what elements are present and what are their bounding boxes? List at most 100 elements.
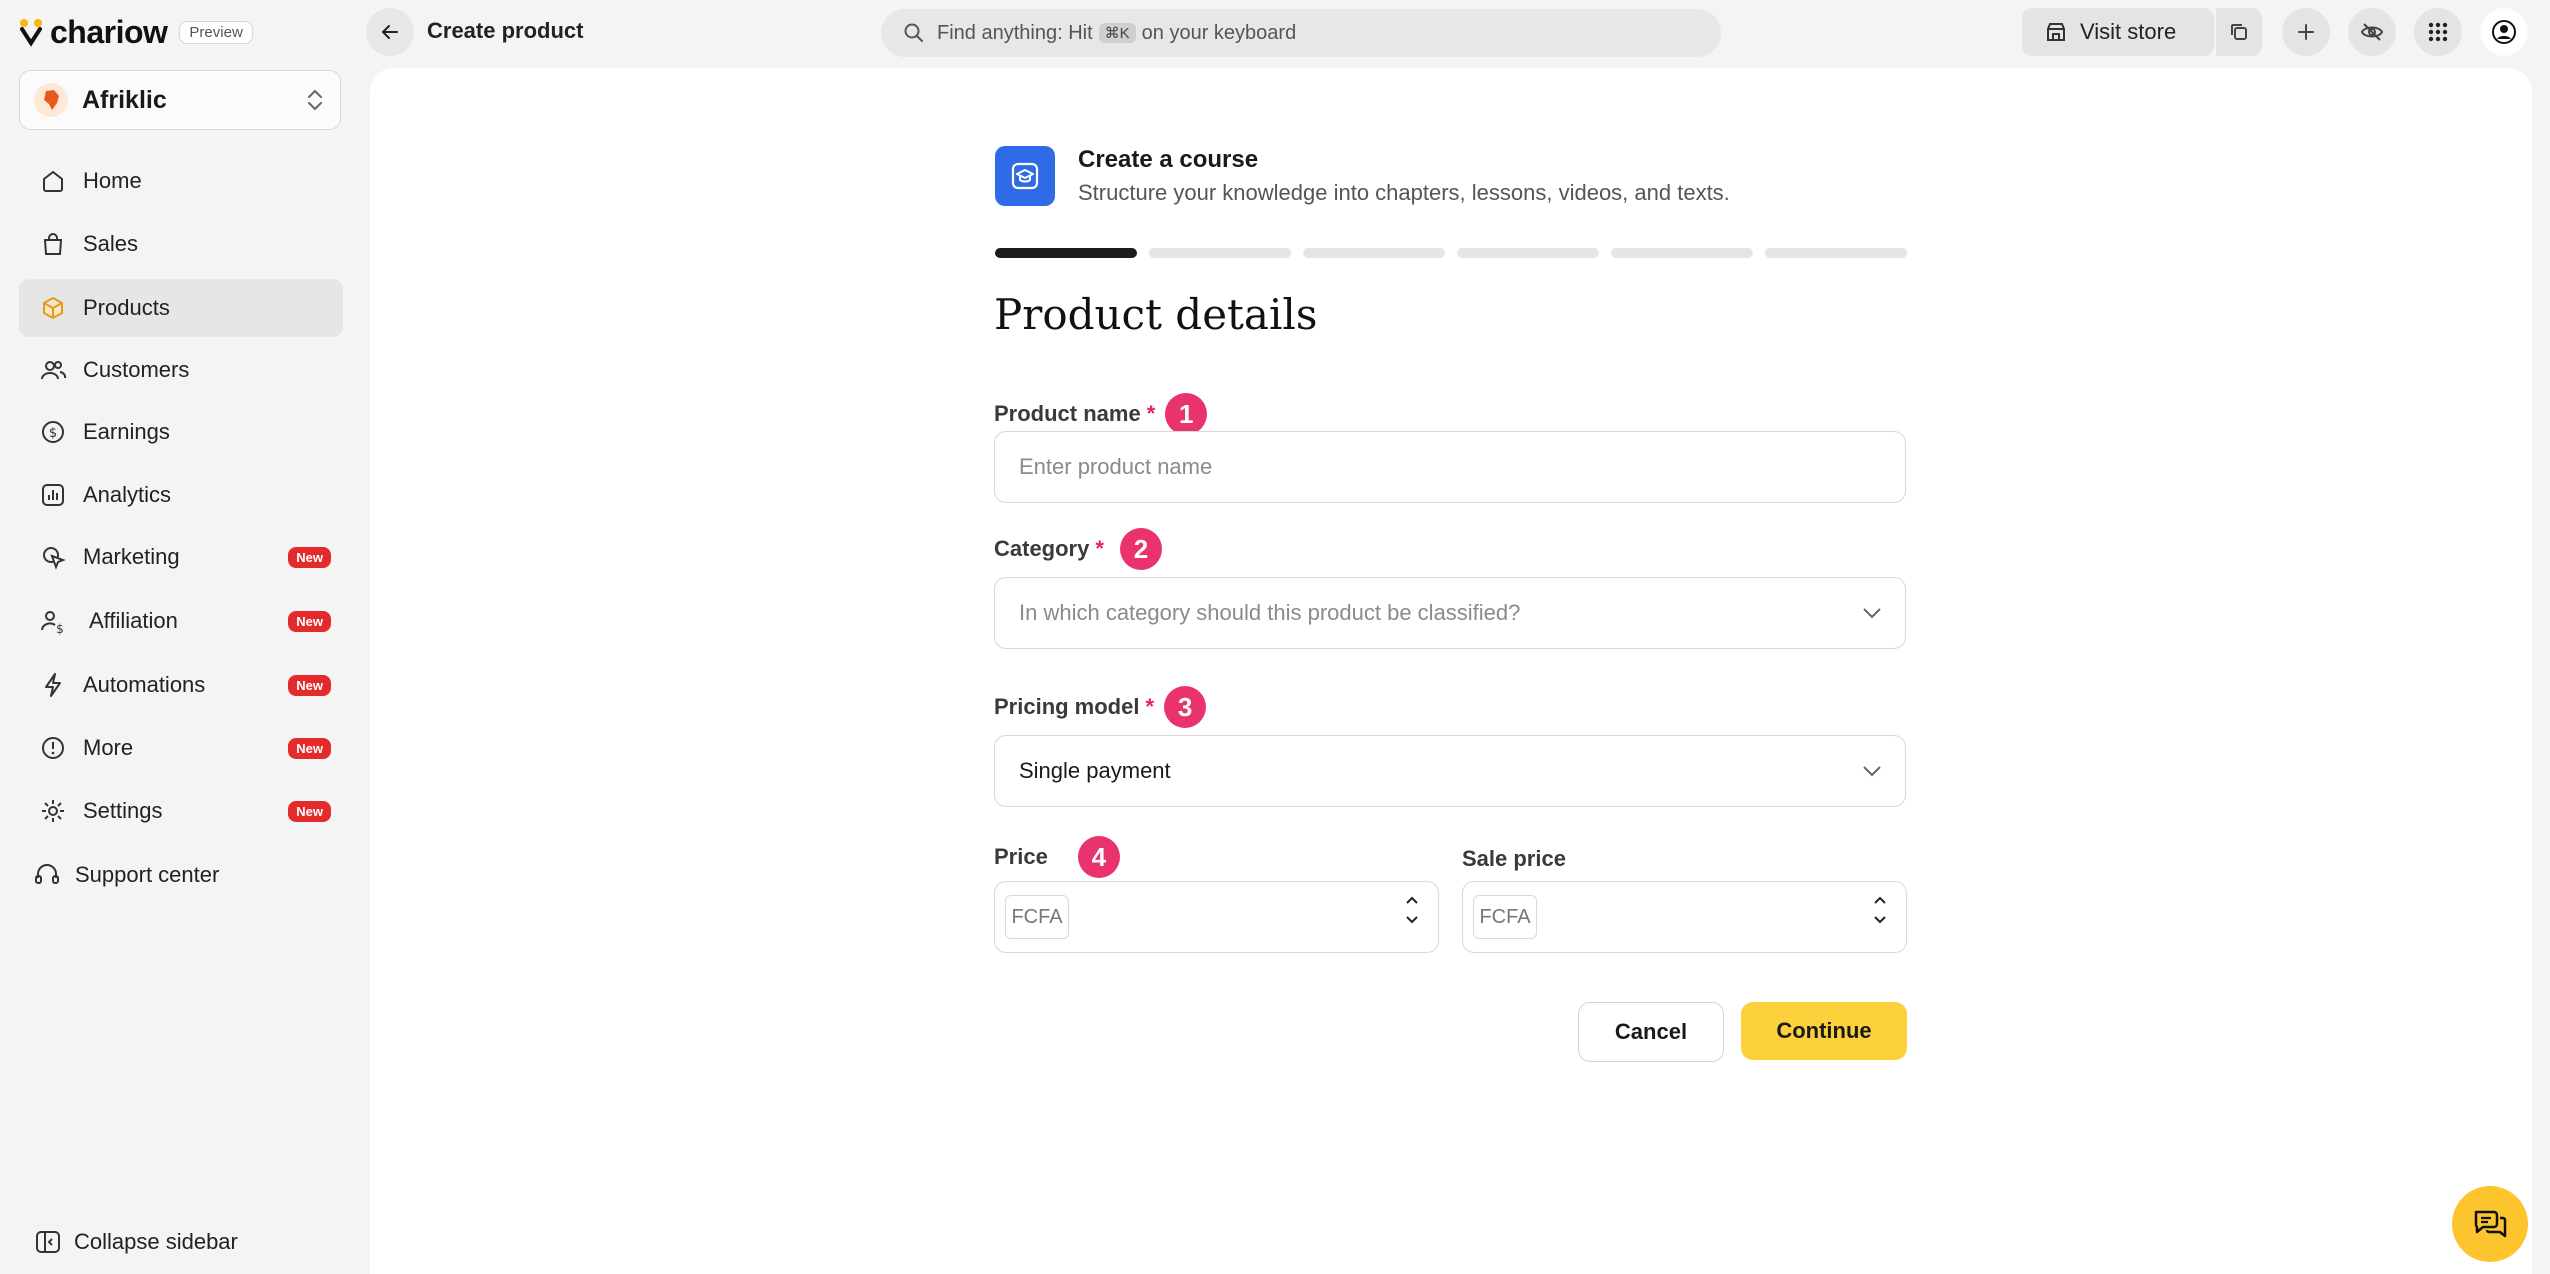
- chevron-updown-icon: [304, 87, 326, 113]
- svg-text:$: $: [49, 426, 57, 441]
- product-name-placeholder: Enter product name: [1019, 454, 1213, 479]
- collapse-sidebar-button[interactable]: Collapse sidebar: [34, 1228, 238, 1256]
- new-badge: New: [288, 610, 331, 632]
- svg-text:$: $: [56, 622, 64, 635]
- sidebar-item-affiliation[interactable]: $ Affiliation New: [19, 592, 343, 650]
- search-prefix-text: Find anything: Hit: [937, 21, 1093, 44]
- price-label: Price: [994, 844, 1048, 869]
- gear-icon: [37, 795, 69, 827]
- arrow-left-icon: [379, 21, 401, 43]
- box-icon: [37, 292, 69, 324]
- step-marker-4: 4: [1077, 836, 1120, 878]
- logo-text: chariow: [50, 13, 168, 50]
- grid-icon: [2427, 21, 2449, 43]
- plus-icon: [2295, 21, 2317, 43]
- sidebar-item-analytics[interactable]: Analytics: [19, 466, 343, 524]
- progress-step-2: [1149, 248, 1291, 258]
- lightning-icon: [37, 669, 69, 701]
- store-avatar: [34, 83, 68, 117]
- search-icon: [903, 22, 925, 44]
- sidebar-item-customers[interactable]: Customers: [19, 341, 343, 399]
- new-badge: New: [288, 800, 331, 822]
- add-button[interactable]: [2282, 8, 2330, 56]
- chariow-logo-icon: [18, 17, 44, 47]
- sidebar-collapse-icon: [34, 1228, 62, 1256]
- store-name: Afriklic: [82, 85, 167, 114]
- copy-link-button[interactable]: [2216, 8, 2262, 56]
- chevron-down-icon[interactable]: [1404, 914, 1420, 926]
- product-name-label-row: Product name * 1: [994, 393, 1208, 435]
- cancel-button[interactable]: Cancel: [1578, 1002, 1724, 1062]
- course-type-icon: [995, 146, 1055, 206]
- category-label: Category: [994, 536, 1090, 561]
- sidebar-item-marketing[interactable]: Marketing New: [19, 528, 343, 586]
- home-icon: [37, 165, 69, 197]
- sale-price-stepper[interactable]: [1872, 894, 1888, 926]
- new-badge: New: [288, 674, 331, 696]
- account-button[interactable]: [2480, 8, 2528, 56]
- category-label-row: Category * 2: [994, 528, 1162, 570]
- sidebar-item-support-center[interactable]: Support center: [19, 846, 343, 904]
- sidebar-item-automations[interactable]: Automations New: [19, 656, 343, 714]
- visit-store-button[interactable]: Visit store: [2022, 8, 2214, 56]
- page-title: Create product: [427, 18, 584, 43]
- sale-price-currency-tag: FCFA: [1473, 895, 1537, 939]
- store-selector[interactable]: Afriklic: [19, 70, 341, 130]
- pricing-model-label-row: Pricing model * 3: [994, 686, 1207, 728]
- back-button[interactable]: [366, 8, 414, 56]
- sidebar-item-label: Customers: [83, 357, 190, 382]
- search-suffix-text: on your keyboard: [1141, 21, 1297, 44]
- product-name-input[interactable]: Enter product name: [994, 431, 1906, 503]
- continue-button[interactable]: Continue: [1741, 1002, 1907, 1060]
- search-shortcut-kbd: ⌘K: [1098, 23, 1136, 43]
- sidebar-item-settings[interactable]: Settings New: [19, 782, 343, 840]
- pricing-model-value: Single payment: [1019, 758, 1171, 783]
- info-circle-icon: [37, 732, 69, 764]
- sidebar-item-label: Marketing: [83, 544, 180, 569]
- chevron-up-icon[interactable]: [1872, 894, 1888, 906]
- sidebar-item-label: Home: [83, 168, 142, 193]
- product-name-label: Product name: [994, 401, 1141, 426]
- sidebar-item-label: Earnings: [83, 419, 170, 444]
- graduation-cap-icon: [1008, 159, 1042, 193]
- sidebar-item-label: More: [83, 735, 134, 760]
- chevron-up-icon[interactable]: [1404, 894, 1420, 906]
- required-asterisk: *: [1145, 694, 1155, 719]
- cursor-click-icon: [37, 541, 69, 573]
- sidebar-item-label: Affiliation: [89, 608, 178, 633]
- step-marker-1: 1: [1165, 393, 1208, 435]
- sidebar-item-label: Products: [83, 295, 170, 320]
- support-chat-button[interactable]: [2452, 1186, 2528, 1262]
- sidebar-item-products[interactable]: Products: [19, 279, 343, 337]
- pricing-model-select[interactable]: Single payment: [994, 735, 1906, 807]
- price-label-row: Price 4: [994, 836, 1120, 878]
- price-stepper[interactable]: [1404, 894, 1420, 926]
- sidebar-item-home[interactable]: Home: [19, 152, 343, 210]
- sidebar-item-more[interactable]: More New: [19, 719, 343, 777]
- category-select[interactable]: In which category should this product be…: [994, 577, 1906, 649]
- progress-step-3: [1303, 248, 1445, 258]
- progress-step-6: [1765, 248, 1907, 258]
- sidebar-item-sales[interactable]: Sales: [19, 215, 343, 273]
- sidebar-item-label: Support center: [75, 862, 220, 887]
- sidebar-item-label: Settings: [83, 798, 163, 823]
- visit-store-label: Visit store: [2080, 19, 2177, 44]
- toggle-visibility-button[interactable]: [2348, 8, 2396, 56]
- sidebar-item-label: Analytics: [83, 482, 172, 507]
- step-marker-2: 2: [1119, 528, 1162, 570]
- app-logo[interactable]: chariow Preview: [18, 12, 253, 52]
- sale-price-input[interactable]: FCFA: [1462, 881, 1907, 953]
- chevron-down-icon[interactable]: [1872, 914, 1888, 926]
- price-currency-tag: FCFA: [1005, 895, 1069, 939]
- apps-button[interactable]: [2414, 8, 2462, 56]
- storefront-icon: [2044, 20, 2068, 44]
- chevron-down-icon: [1861, 764, 1883, 778]
- sidebar-item-label: Automations: [83, 672, 206, 697]
- collapse-sidebar-label: Collapse sidebar: [74, 1229, 238, 1254]
- sidebar-item-earnings[interactable]: $ Earnings: [19, 403, 343, 461]
- user-avatar-icon: [2491, 19, 2517, 45]
- copy-icon: [2228, 21, 2250, 43]
- search-bar[interactable]: Find anything: Hit ⌘K on your keyboard: [881, 9, 1721, 57]
- price-input[interactable]: FCFA: [994, 881, 1439, 953]
- step-marker-3: 3: [1164, 686, 1207, 728]
